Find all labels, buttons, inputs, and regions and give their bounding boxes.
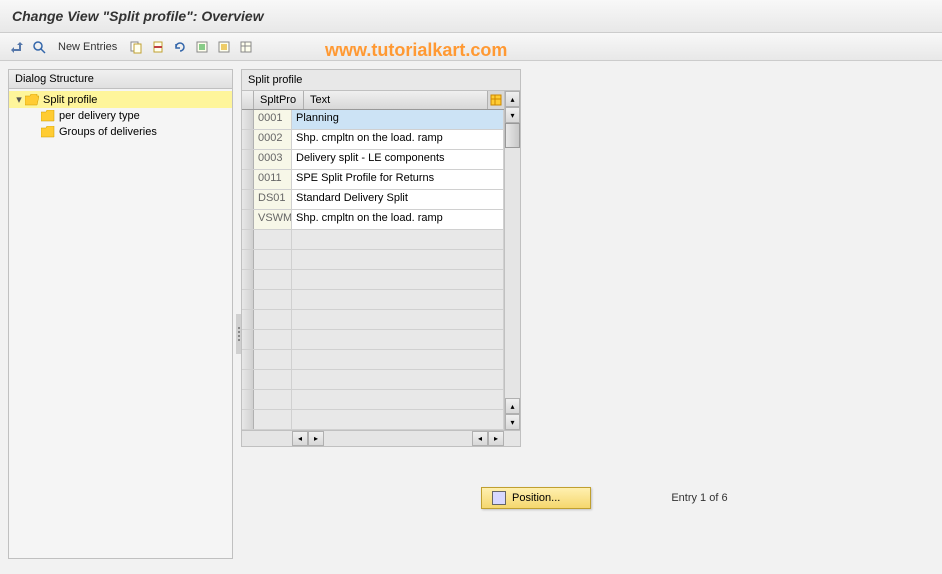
cell-text[interactable]: Delivery split - LE components (292, 150, 504, 169)
tree-item-per-delivery-type[interactable]: per delivery type (9, 108, 232, 124)
main-panel: Split profile SpltPro Text 000 (241, 61, 942, 567)
scroll-left-icon[interactable]: ◂ (472, 431, 488, 446)
dialog-structure-panel: Dialog Structure ▾ Split profile per del… (8, 69, 233, 559)
page-title: Change View "Split profile": Overview (0, 0, 942, 33)
undo-icon[interactable] (171, 38, 189, 56)
cell-code[interactable]: VSWM (254, 210, 292, 229)
table-row[interactable]: VSWM Shp. cmpltn on the load. ramp (242, 210, 504, 230)
position-icon (492, 491, 506, 505)
row-selector[interactable] (242, 130, 254, 149)
toolbar: New Entries (0, 33, 942, 61)
scroll-right-icon[interactable]: ▸ (488, 431, 504, 446)
scroll-left-icon[interactable]: ◂ (292, 431, 308, 446)
scroll-right-icon[interactable]: ▸ (308, 431, 324, 446)
table-header: SpltPro Text (242, 91, 504, 110)
cell-code[interactable]: 0002 (254, 130, 292, 149)
table-row[interactable]: 0003 Delivery split - LE components (242, 150, 504, 170)
configure-columns-icon[interactable] (488, 91, 504, 109)
cell-text[interactable]: SPE Split Profile for Returns (292, 170, 504, 189)
cell-code[interactable]: 0003 (254, 150, 292, 169)
tree-item-label: Split profile (43, 94, 97, 106)
position-button-label: Position... (512, 492, 560, 504)
table-row[interactable] (242, 410, 504, 430)
folder-icon (41, 110, 55, 122)
copy-icon[interactable] (127, 38, 145, 56)
tree: ▾ Split profile per delivery type Groups… (9, 89, 232, 142)
row-selector[interactable] (242, 110, 254, 129)
table-row[interactable] (242, 270, 504, 290)
folder-icon (41, 126, 55, 138)
cell-text[interactable]: Shp. cmpltn on the load. ramp (292, 130, 504, 149)
entry-count-text: Entry 1 of 6 (671, 492, 727, 504)
table-row[interactable] (242, 350, 504, 370)
table-row[interactable] (242, 250, 504, 270)
vertical-scrollbar[interactable]: ▴ ▾ ▴ ▾ (504, 91, 520, 430)
table-settings-icon[interactable] (237, 38, 255, 56)
cell-code[interactable]: 0001 (254, 110, 292, 129)
tree-item-label: Groups of deliveries (59, 126, 157, 138)
row-selector[interactable] (242, 190, 254, 209)
horizontal-scrollbar[interactable]: ◂ ▸ ◂ ▸ (242, 430, 520, 446)
footer: Position... Entry 1 of 6 (481, 487, 934, 509)
deselect-all-icon[interactable] (215, 38, 233, 56)
table-row[interactable] (242, 370, 504, 390)
row-selector[interactable] (242, 170, 254, 189)
tree-item-label: per delivery type (59, 110, 140, 122)
table-row[interactable] (242, 230, 504, 250)
tree-item-split-profile[interactable]: ▾ Split profile (9, 91, 232, 108)
cell-code[interactable]: DS01 (254, 190, 292, 209)
scroll-up-icon[interactable]: ▴ (505, 398, 520, 414)
cell-text[interactable]: Standard Delivery Split (292, 190, 504, 209)
cell-code[interactable]: 0011 (254, 170, 292, 189)
delete-icon[interactable] (149, 38, 167, 56)
column-header-text[interactable]: Text (304, 91, 488, 109)
find-icon[interactable] (30, 38, 48, 56)
table-row[interactable] (242, 290, 504, 310)
dialog-structure-header: Dialog Structure (9, 70, 232, 89)
row-selector[interactable] (242, 210, 254, 229)
select-all-icon[interactable] (193, 38, 211, 56)
toggle-display-icon[interactable] (8, 38, 26, 56)
splitter-handle[interactable] (236, 314, 241, 354)
scroll-up-icon[interactable]: ▴ (505, 91, 520, 107)
tree-item-groups-of-deliveries[interactable]: Groups of deliveries (9, 124, 232, 140)
table-row[interactable] (242, 310, 504, 330)
split-profile-title: Split profile (242, 70, 520, 91)
scroll-thumb[interactable] (505, 123, 520, 148)
table-row[interactable] (242, 330, 504, 350)
scroll-down-icon[interactable]: ▾ (505, 414, 520, 430)
scroll-down-icon[interactable]: ▾ (505, 107, 520, 123)
table-row[interactable]: 0001 Planning (242, 110, 504, 130)
split-profile-panel: Split profile SpltPro Text 000 (241, 69, 521, 447)
content-area: Dialog Structure ▾ Split profile per del… (0, 61, 942, 567)
position-button[interactable]: Position... (481, 487, 591, 509)
table-row[interactable]: 0011 SPE Split Profile for Returns (242, 170, 504, 190)
row-selector[interactable] (242, 150, 254, 169)
new-entries-button[interactable]: New Entries (52, 39, 123, 55)
column-header-code[interactable]: SpltPro (254, 91, 304, 109)
collapse-icon[interactable]: ▾ (13, 93, 25, 106)
cell-text[interactable]: Shp. cmpltn on the load. ramp (292, 210, 504, 229)
cell-text[interactable]: Planning (292, 110, 504, 129)
folder-open-icon (25, 94, 39, 106)
table-row[interactable]: 0002 Shp. cmpltn on the load. ramp (242, 130, 504, 150)
table-row[interactable]: DS01 Standard Delivery Split (242, 190, 504, 210)
table-row[interactable] (242, 390, 504, 410)
table-body: 0001 Planning 0002 Shp. cmpltn on the lo… (242, 110, 504, 430)
